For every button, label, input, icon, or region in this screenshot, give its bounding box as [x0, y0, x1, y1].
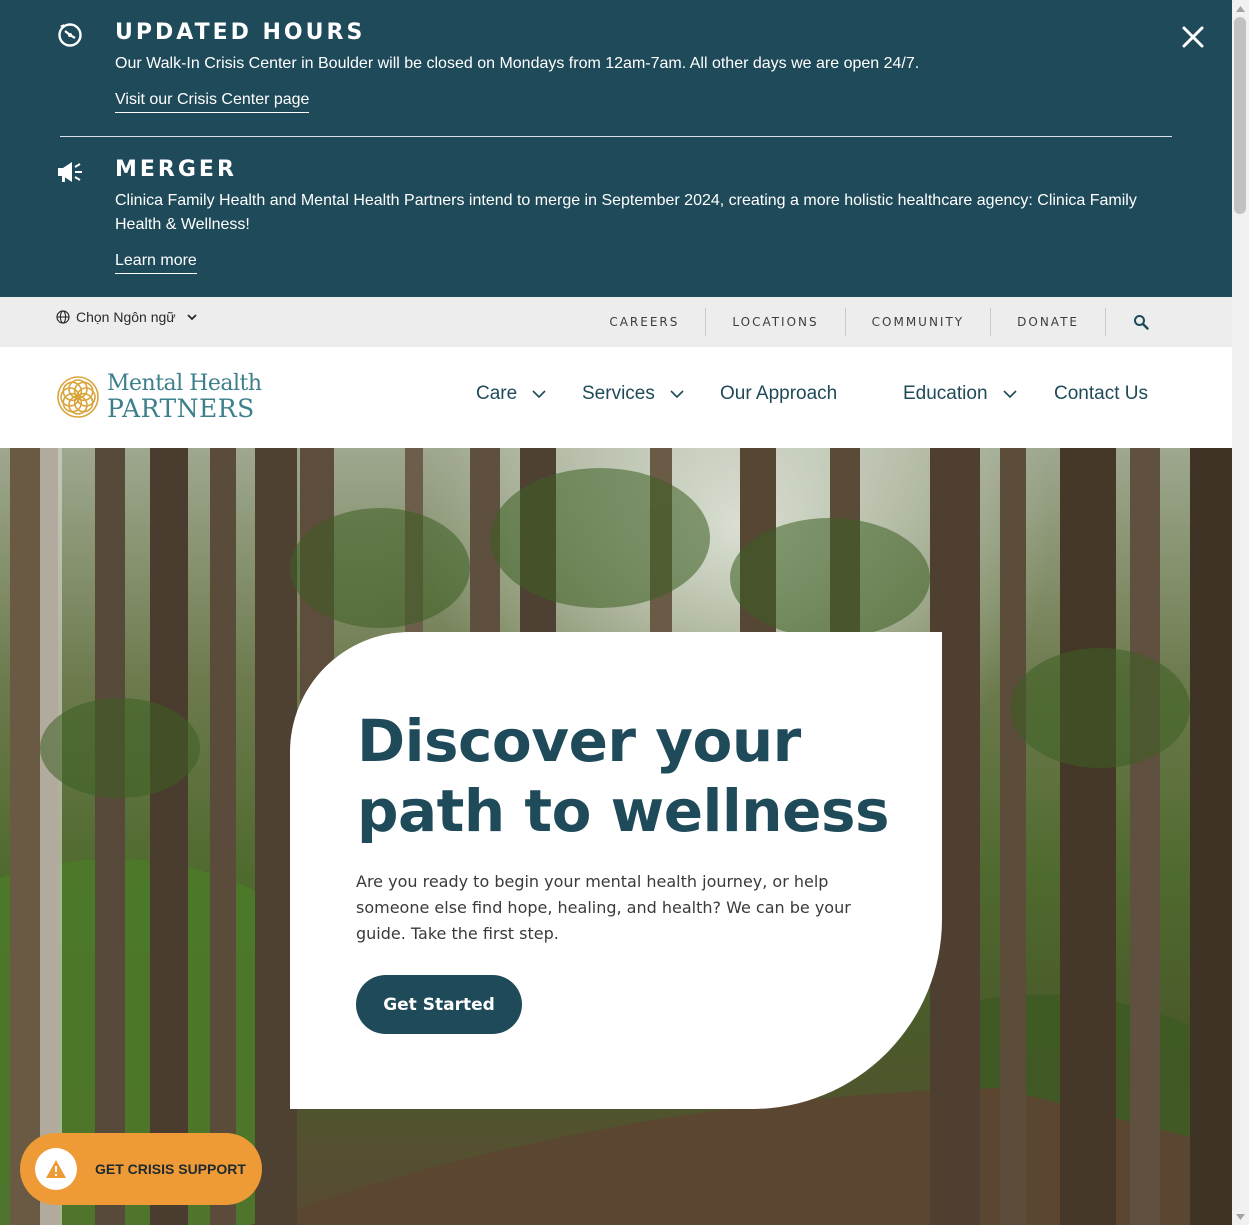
scrollbar-thumb[interactable]: [1234, 17, 1246, 214]
alert-banner: UPDATED HOURS Our Walk-In Crisis Center …: [0, 0, 1232, 297]
logo-text-line1: Mental Health: [107, 371, 262, 396]
nav-item-label: Services: [582, 383, 655, 404]
nav-item-label: Our Approach: [720, 383, 838, 404]
nav-item-label: Contact Us: [1054, 383, 1148, 404]
nav-item-label: Care: [476, 383, 518, 404]
crisis-support-label: GET CRISIS SUPPORT: [95, 1161, 246, 1177]
logo[interactable]: Mental Health PARTNERS: [55, 373, 262, 421]
chevron-down-icon: [1002, 390, 1017, 399]
search-icon: [1134, 315, 1149, 330]
crisis-support-button[interactable]: GET CRISIS SUPPORT: [20, 1133, 262, 1205]
arrow-up-icon: [1236, 5, 1245, 12]
careers-link[interactable]: CAREERS: [583, 308, 707, 336]
nav-item-contact-us[interactable]: Contact Us: [1054, 383, 1148, 405]
alert-divider: [60, 136, 1172, 137]
donate-link[interactable]: DONATE: [991, 308, 1106, 336]
utility-bar: Chọn Ngôn ngữ CAREERS LOCATIONS COMMUNIT…: [0, 297, 1232, 347]
alert-body: Clinica Family Health and Mental Health …: [115, 192, 1137, 233]
warning-icon: [35, 1148, 77, 1190]
logo-text-line2: PARTNERS: [107, 394, 255, 423]
community-link[interactable]: COMMUNITY: [846, 308, 992, 336]
learn-more-link[interactable]: Learn more: [115, 252, 197, 274]
chevron-down-icon: [670, 390, 684, 399]
scroll-up-button[interactable]: [1232, 0, 1249, 17]
language-selector[interactable]: Chọn Ngôn ngữ: [56, 309, 198, 325]
hero-card: Discover your path to wellness Are you r…: [290, 632, 942, 1109]
search-button[interactable]: [1106, 308, 1176, 336]
megaphone-icon: [56, 158, 84, 186]
alert-title: UPDATED HOURS: [115, 20, 366, 45]
clock-icon: [56, 21, 84, 49]
globe-icon: [56, 310, 70, 324]
hero-section: Discover your path to wellness Are you r…: [0, 448, 1232, 1225]
chevron-down-icon: [187, 314, 197, 321]
close-icon: [1182, 26, 1204, 48]
arrow-down-icon: [1236, 1213, 1245, 1220]
nav-item-care[interactable]: Care: [476, 383, 547, 405]
logo-mark-icon: [57, 376, 99, 418]
get-started-button[interactable]: Get Started: [356, 975, 522, 1034]
alert-body: Our Walk-In Crisis Center in Boulder wil…: [115, 55, 920, 72]
nav-item-services[interactable]: Services: [582, 383, 685, 405]
nav-item-education[interactable]: Education: [903, 383, 1018, 405]
hero-description: Are you ready to begin your mental healt…: [356, 872, 851, 943]
utility-links: CAREERS LOCATIONS COMMUNITY DONATE: [583, 297, 1232, 347]
hero-title: Discover your path to wellness: [357, 707, 889, 845]
scroll-down-button[interactable]: [1232, 1208, 1249, 1225]
alert-title: MERGER: [115, 157, 237, 182]
chevron-down-icon: [532, 390, 546, 399]
crisis-center-link[interactable]: Visit our Crisis Center page: [115, 91, 310, 113]
close-alert-button[interactable]: [1176, 20, 1210, 54]
nav-item-our-approach[interactable]: Our Approach: [720, 383, 837, 405]
language-label: Chọn Ngôn ngữ: [76, 309, 176, 325]
locations-link[interactable]: LOCATIONS: [706, 308, 846, 336]
main-navigation: Mental Health PARTNERS Care Services Our…: [0, 347, 1232, 448]
nav-item-label: Education: [903, 383, 988, 404]
